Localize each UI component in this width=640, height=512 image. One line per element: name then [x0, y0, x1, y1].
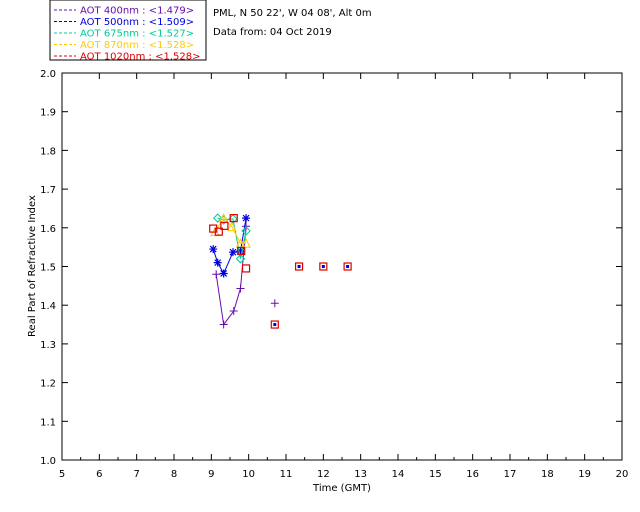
y-tick-label: 1.8 [40, 146, 56, 157]
plot-area [61, 72, 623, 461]
x-tick-label: 6 [96, 469, 102, 480]
y-tick-label: 2.0 [40, 69, 56, 80]
star-marker [228, 248, 237, 257]
legend-entry: AOT 500nm : <1.509> [80, 17, 194, 28]
dot-marker [297, 265, 301, 268]
date-label: Data from: 04 Oct 2019 [213, 27, 332, 38]
series-layer [209, 213, 352, 329]
x-axis-title: Time (GMT) [312, 483, 371, 494]
legend-entry: AOT 400nm : <1.479> [80, 6, 194, 17]
plus-marker [229, 307, 238, 316]
location-label: PML, N 50 22', W 04 08', Alt 0m [213, 8, 372, 19]
dot-marker [273, 323, 277, 327]
star-marker [209, 245, 218, 254]
x-tick-label: 5 [59, 469, 65, 480]
dot-marker [321, 265, 325, 268]
plus-marker [212, 270, 221, 279]
y-tick-label: 1.3 [40, 340, 56, 351]
x-tick-label: 18 [541, 469, 554, 480]
x-tick-label: 11 [280, 469, 293, 480]
plus-marker [219, 320, 228, 329]
y-tick-label: 1.0 [40, 456, 56, 467]
y-tick-label: 1.4 [40, 301, 56, 312]
overlay-markers [273, 265, 350, 327]
x-tick-label: 9 [208, 469, 214, 480]
x-tick-label: 12 [317, 469, 330, 480]
legend: AOT 400nm : <1.479>AOT 500nm : <1.509>AO… [49, 0, 207, 63]
y-tick-label: 1.6 [40, 224, 56, 235]
x-tick-label: 19 [578, 469, 591, 480]
square-marker [241, 264, 251, 273]
y-tick-label: 1.1 [40, 417, 56, 428]
x-tick-label: 20 [616, 469, 629, 480]
dot-marker [346, 265, 350, 268]
x-tick-label: 14 [392, 469, 405, 480]
x-tick-label: 17 [504, 469, 517, 480]
y-axis-title: Real Part of Refractive Index [27, 195, 38, 337]
x-tick-label: 15 [429, 469, 442, 480]
plus-marker [270, 299, 279, 308]
x-tick-label: 8 [171, 469, 177, 480]
legend-entry: AOT 1020nm : <1.528> [80, 52, 200, 63]
legend-entry: AOT 675nm : <1.527> [80, 29, 194, 40]
y-tick-label: 1.2 [40, 379, 56, 390]
x-tick-label: 13 [354, 469, 367, 480]
star-marker [213, 258, 222, 267]
refractive-index-chart: AOT 400nm : <1.479>AOT 500nm : <1.509>AO… [27, 0, 628, 494]
y-tick-label: 1.5 [40, 263, 56, 274]
x-tick-label: 7 [133, 469, 139, 480]
y-tick-label: 1.7 [40, 185, 56, 196]
x-tick-label: 10 [242, 469, 255, 480]
y-tick-label: 1.9 [40, 108, 56, 119]
star-marker [242, 214, 251, 223]
axis-ticks: 5 6 7 8 9 10 11 12 13 14 15 16 17 18 19 20 1.0 1.1 1.2 1.3 1… [40, 69, 628, 480]
x-tick-label: 16 [466, 469, 479, 480]
legend-entry: AOT 870nm : <1.528> [80, 40, 194, 51]
star-marker [219, 269, 228, 278]
plus-marker [236, 284, 245, 293]
